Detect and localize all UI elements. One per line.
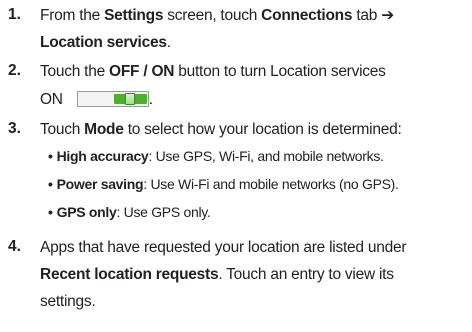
step-line: Recent location requests. Touch an entry… [40, 265, 394, 284]
text: screen, touch [163, 7, 262, 24]
mode-term: Mode [84, 121, 124, 138]
recent-location-requests-term: Recent location requests [40, 266, 219, 283]
text: button to turn Location services [174, 63, 386, 80]
list-term: High accuracy [56, 148, 149, 164]
bullet-icon: • [48, 204, 53, 220]
list-term: Power saving [56, 176, 144, 192]
connections-term: Connections [261, 7, 353, 24]
step-number: 4. [8, 238, 21, 255]
step-line: Touch Mode to select how your location i… [40, 120, 402, 139]
list-item-high-accuracy: • High accuracy: Use GPS, Wi-Fi, and mobi… [48, 147, 384, 165]
step-line: From the Settings screen, touch Connecti… [40, 6, 394, 25]
step-line: Location services. [40, 33, 171, 52]
list-item-gps-only: • GPS only: Use GPS only. [48, 203, 211, 221]
text: Touch [40, 121, 85, 138]
text: to select how your location is determine… [123, 121, 402, 138]
instructions-page: 1. From the Settings screen, touch Conne… [0, 0, 472, 332]
list-text: : Use Wi-Fi and mobile networks (no GPS)… [143, 176, 399, 192]
step-line: ON. [40, 90, 153, 109]
step-number: 2. [8, 62, 21, 79]
list-text: : Use GPS, Wi-Fi, and mobile networks. [148, 148, 384, 164]
text: . [148, 91, 153, 108]
text: . [166, 34, 171, 51]
on-toggle-icon [76, 91, 149, 107]
text: tab [352, 7, 382, 24]
step-line: Touch the OFF / ON button to turn Locati… [40, 62, 386, 81]
list-item-power-saving: • Power saving: Use Wi-Fi and mobile netw… [48, 175, 399, 193]
step-line: Apps that have requested your location a… [40, 238, 407, 257]
text: settings. [40, 293, 96, 310]
text: ON [40, 91, 63, 108]
step-number: 3. [8, 120, 21, 137]
step-number: 1. [8, 6, 21, 23]
off-on-term: OFF / ON [109, 63, 175, 80]
step-line: settings. [40, 292, 96, 311]
location-services-term: Location services [40, 34, 167, 51]
text: From the [40, 7, 105, 24]
text: Touch the [40, 63, 110, 80]
arrow-icon: ➔ [381, 7, 394, 24]
settings-term: Settings [104, 7, 164, 24]
list-term: GPS only [56, 204, 117, 220]
text: . Touch an entry to view its [218, 266, 394, 283]
list-text: : Use GPS only. [116, 204, 211, 220]
toggle-thumb [124, 93, 135, 105]
bullet-icon: • [48, 148, 53, 164]
bullet-icon: • [48, 176, 53, 192]
text: Apps that have requested your location a… [40, 239, 407, 256]
